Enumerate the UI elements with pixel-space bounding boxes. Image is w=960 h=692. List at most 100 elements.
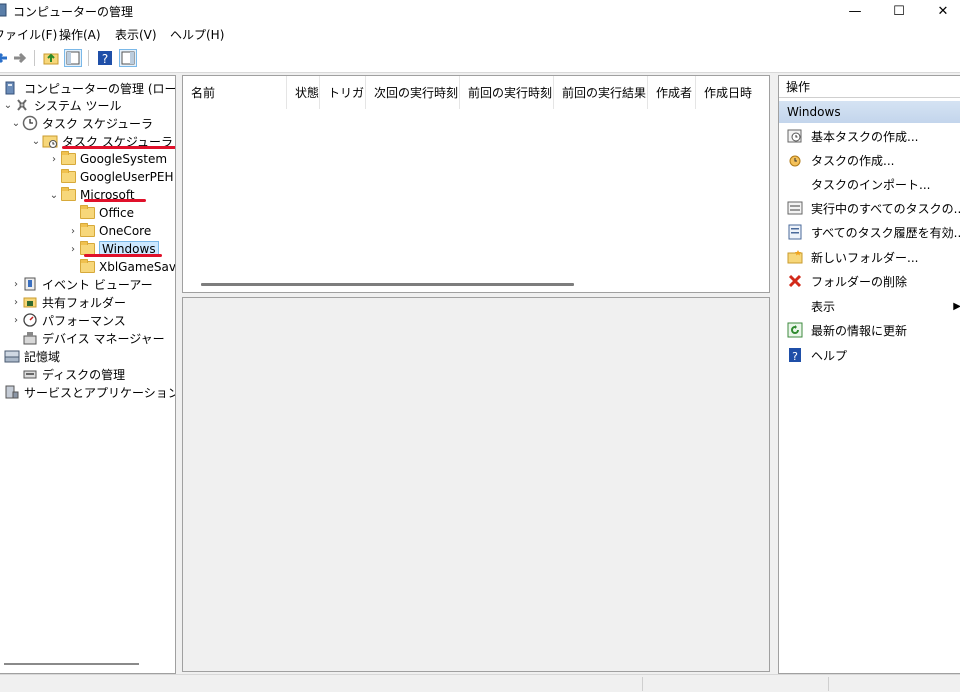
menu-action[interactable]: 操作(A) — [59, 26, 101, 43]
action-enable-all-tasks-history[interactable]: すべてのタスク履歴を有効... — [779, 221, 960, 243]
action-create-basic-task[interactable]: 基本タスクの作成... — [779, 125, 960, 147]
chevron-down-icon[interactable]: ⌄ — [10, 114, 22, 132]
tree-item-label: パフォーマンス — [42, 313, 126, 328]
tree-horizontal-scrollbar[interactable] — [4, 663, 139, 665]
folder-icon — [79, 259, 95, 275]
up-folder-icon[interactable] — [42, 49, 60, 67]
action-view[interactable]: 表示 ▶ — [779, 295, 960, 317]
list-horizontal-scrollbar[interactable] — [201, 283, 574, 286]
chevron-down-icon[interactable]: ⌄ — [2, 96, 14, 114]
status-bar — [0, 674, 960, 692]
device-manager-icon — [22, 330, 38, 346]
column-header-name[interactable]: 名前 — [183, 76, 287, 109]
maximize-button[interactable]: ☐ — [876, 0, 922, 23]
tree-item-disk-management[interactable]: ディスクの管理 — [10, 365, 125, 383]
tree-item-label: GoogleSystem — [80, 152, 168, 166]
chevron-down-icon[interactable]: ⌄ — [30, 132, 42, 150]
clock-icon — [22, 115, 38, 131]
chevron-right-icon[interactable]: › — [67, 240, 79, 258]
action-new-folder[interactable]: 新しいフォルダー... — [779, 246, 960, 268]
column-header-created[interactable]: 作成日時 — [696, 76, 769, 109]
chevron-right-icon[interactable]: › — [67, 222, 79, 240]
action-create-task[interactable]: タスクの作成... — [779, 149, 960, 171]
tree-item-office[interactable]: Office — [67, 204, 134, 222]
chevron-down-icon[interactable]: ⌄ — [48, 186, 60, 204]
tree-item-googleuserpeh[interactable]: GoogleUserPEH — [48, 168, 174, 186]
column-header-author[interactable]: 作成者 — [648, 76, 696, 109]
chevron-right-icon[interactable]: › — [10, 311, 22, 329]
column-header-next-run-time[interactable]: 次回の実行時刻 — [366, 76, 460, 109]
tree-item-label: システム ツール — [34, 98, 122, 113]
tree-item-label: GoogleUserPEH — [80, 170, 174, 184]
action-delete-folder[interactable]: フォルダーの削除 — [779, 270, 960, 292]
tree-item-performance[interactable]: › パフォーマンス — [10, 311, 126, 329]
tree-item-onecore[interactable]: › OneCore — [67, 222, 151, 240]
tree-item-storage[interactable]: ⌄ 記憶域 — [0, 347, 60, 365]
action-import-task[interactable]: タスクのインポート... — [779, 173, 960, 195]
actions-section-windows[interactable]: Windows — [779, 101, 960, 123]
actions-header: 操作 — [779, 76, 960, 98]
console-tree: ⌄ コンピューターの管理 (ローカル) ⌄ システム ツール ⌄ タスク スケジ… — [0, 75, 176, 674]
svg-text:?: ? — [102, 52, 108, 66]
column-header-status[interactable]: 状態 — [287, 76, 320, 109]
tree-item-device-manager[interactable]: デバイス マネージャー — [10, 329, 165, 347]
event-viewer-icon — [22, 276, 38, 292]
action-help[interactable]: ? ヘルプ — [779, 344, 960, 366]
menu-help[interactable]: ヘルプ(H) — [170, 26, 224, 43]
title-bar: コンピューターの管理 — ☐ ✕ — [0, 0, 960, 23]
computer-management-app-icon — [0, 3, 7, 17]
action-display-running-tasks[interactable]: 実行中のすべてのタスクの... — [779, 197, 960, 219]
tree-item-label: デバイス マネージャー — [42, 331, 165, 346]
menu-view[interactable]: 表示(V) — [115, 26, 157, 43]
show-hide-console-tree-icon[interactable] — [64, 49, 82, 67]
tree-item-computer-management[interactable]: ⌄ コンピューターの管理 (ローカル) — [0, 79, 175, 97]
menu-file[interactable]: ファイル(F) — [0, 26, 57, 43]
help-icon[interactable]: ? — [96, 49, 114, 67]
back-arrow-icon[interactable] — [0, 49, 10, 67]
tree-item-label: Office — [99, 206, 135, 220]
tree-item-system-tools[interactable]: ⌄ システム ツール — [2, 96, 122, 114]
folder-icon — [60, 169, 76, 185]
column-header-triggers[interactable]: トリガー — [320, 76, 366, 109]
system-tools-icon — [14, 97, 30, 113]
task-history-icon — [787, 224, 803, 240]
chevron-right-icon[interactable]: › — [10, 275, 22, 293]
tree-item-services-applications[interactable]: サービスとアプリケーション — [0, 383, 176, 401]
tree-item-task-scheduler[interactable]: ⌄ タスク スケジューラ — [10, 114, 153, 132]
menu-bar: ファイル(F) 操作(A) 表示(V) ヘルプ(H) — [0, 23, 960, 44]
action-refresh[interactable]: 最新の情報に更新 — [779, 319, 960, 341]
chevron-right-icon[interactable]: › — [48, 150, 60, 168]
tree-item-label: XblGameSave — [99, 260, 176, 274]
tree-item-xblgamesave[interactable]: XblGameSave — [67, 258, 176, 276]
folder-clock-icon — [42, 133, 58, 149]
folder-icon — [79, 223, 95, 239]
basic-task-icon — [787, 128, 803, 144]
help-icon: ? — [787, 347, 803, 363]
tree-item-shared-folders[interactable]: › 共有フォルダー — [10, 293, 126, 311]
chevron-right-icon[interactable]: › — [10, 293, 22, 311]
services-apps-icon — [4, 384, 20, 400]
annotation-underline — [62, 146, 175, 149]
show-hide-action-pane-icon[interactable] — [119, 49, 137, 67]
svg-text:?: ? — [792, 350, 798, 363]
tree-item-googlesystem[interactable]: › GoogleSystem — [48, 150, 167, 168]
computer-management-icon — [4, 80, 20, 96]
actions-pane: 操作 Windows 基本タスクの作成... タスクの作成... タスクのインポ… — [778, 75, 960, 674]
folder-icon — [60, 187, 76, 203]
task-detail-pane — [182, 297, 770, 672]
storage-icon — [4, 348, 20, 364]
column-header-last-run-time[interactable]: 前回の実行時刻 — [460, 76, 554, 109]
shared-folders-icon — [22, 294, 38, 310]
tree-item-label: サービスとアプリケーション — [24, 385, 176, 400]
annotation-underline — [84, 254, 162, 257]
column-header-last-run-result[interactable]: 前回の実行結果 — [554, 76, 648, 109]
tree-item-event-viewer[interactable]: › イベント ビューアー — [10, 275, 153, 293]
refresh-icon — [787, 322, 803, 338]
folder-icon — [79, 205, 95, 221]
close-button[interactable]: ✕ — [920, 0, 960, 23]
forward-arrow-icon[interactable] — [11, 49, 29, 67]
minimize-button[interactable]: — — [832, 0, 878, 23]
disk-management-icon — [22, 366, 38, 382]
tree-item-label: 共有フォルダー — [42, 295, 127, 310]
task-list: 名前 状態 トリガー 次回の実行時刻 前回の実行時刻 前回の実行結果 作成者 作… — [182, 75, 770, 293]
